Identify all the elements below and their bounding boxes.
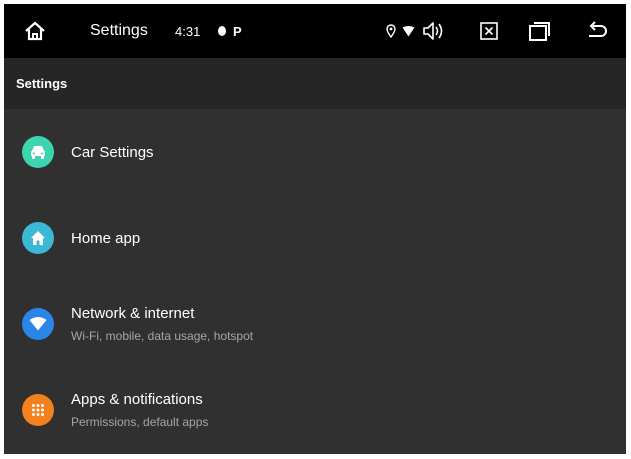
settings-item-title: Home app <box>71 229 141 247</box>
settings-item-car-settings[interactable]: Car Settings <box>4 109 626 195</box>
home-button[interactable] <box>18 4 52 58</box>
status-bar: Settings 4:31 P <box>4 4 626 58</box>
back-arrow-icon <box>589 21 607 37</box>
apps-grid-icon <box>22 394 54 426</box>
settings-item-title: Apps & notifications <box>71 391 203 408</box>
car-icon <box>22 136 54 168</box>
clock: 4:31 <box>175 23 201 39</box>
settings-item-apps-notifications[interactable]: Apps & notifications Permissions, defaul… <box>4 367 626 453</box>
settings-item-title: Network & internet <box>71 305 195 322</box>
page-title: Settings <box>16 76 68 91</box>
settings-item-network-internet[interactable]: Network & internet Wi-Fi, mobile, data u… <box>4 281 626 367</box>
recent-apps-button[interactable] <box>528 4 552 58</box>
notification-dot-icon <box>217 4 227 58</box>
settings-item-home-app[interactable]: Home app <box>4 195 626 281</box>
settings-list: Car Settings Home app Network & internet <box>4 109 626 453</box>
parking-badge: P <box>233 23 242 39</box>
back-button[interactable] <box>586 4 610 58</box>
wifi-signal-icon <box>402 4 415 58</box>
action-bar: Settings <box>4 58 626 109</box>
settings-item-subtitle: Wi-Fi, mobile, data usage, hotspot <box>71 329 254 343</box>
location-icon <box>386 4 396 58</box>
recents-icon <box>529 22 550 41</box>
app-title: Settings <box>90 22 148 39</box>
home-outline-icon <box>25 21 45 41</box>
screen: Settings 4:31 P Settings Car Settings Ho… <box>4 4 626 454</box>
wifi-icon <box>22 308 54 340</box>
volume-icon[interactable] <box>422 4 444 58</box>
settings-item-subtitle: Permissions, default apps <box>71 415 209 429</box>
close-box-icon <box>480 22 498 40</box>
home-icon <box>22 222 54 254</box>
settings-item-title: Car Settings <box>71 143 154 161</box>
close-app-button[interactable] <box>480 4 498 58</box>
